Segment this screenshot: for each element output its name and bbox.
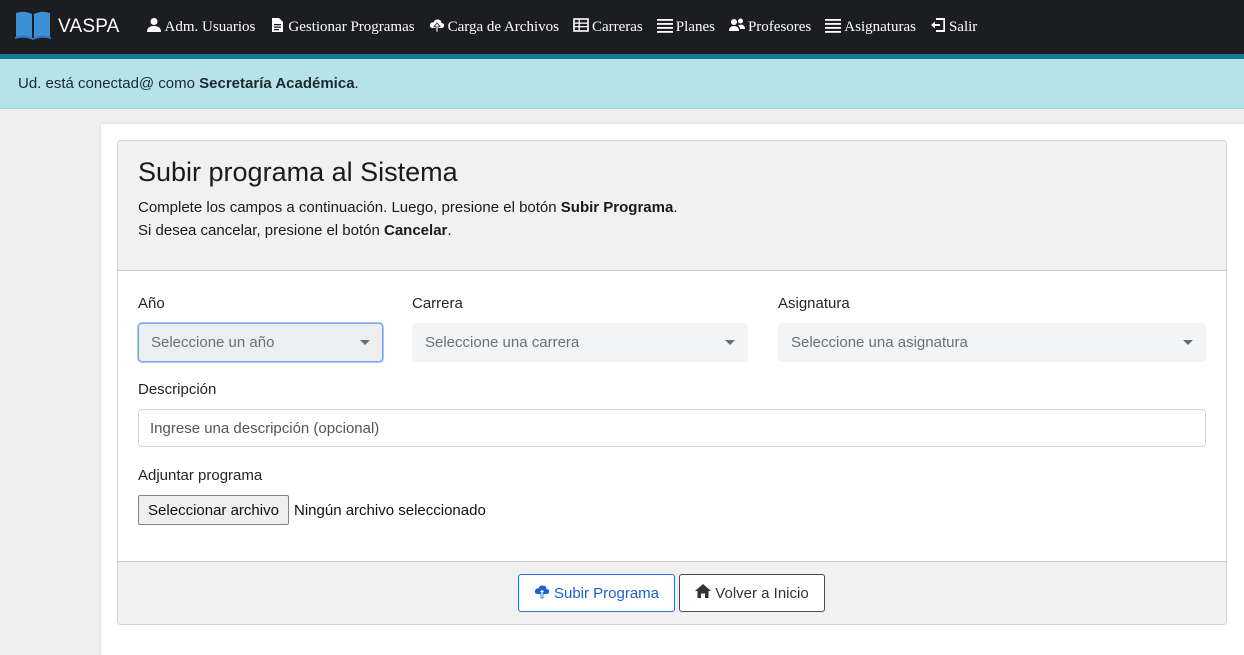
choose-file-button[interactable]: Seleccionar archivo (138, 495, 289, 525)
alert-prefix: Ud. está conectad@ como (18, 75, 200, 92)
instructions-line-2: Si desea cancelar, presione el botón Can… (138, 222, 452, 239)
upload-program-label: Subir Programa (553, 584, 660, 602)
year-select[interactable]: Seleccione un año (138, 323, 383, 362)
instructions-text: . (447, 222, 452, 239)
nav-adm-usuarios[interactable]: Adm. Usuarios (146, 17, 256, 38)
instructions-text: . (673, 199, 678, 216)
nav-carga-archivos[interactable]: Carga de Archivos (429, 17, 559, 38)
list-icon (825, 17, 844, 38)
subject-select[interactable]: Seleccione una asignatura (778, 323, 1206, 362)
upload-card: Subir programa al Sistema Complete los c… (117, 140, 1227, 625)
subject-select-value: Seleccione una asignatura (791, 334, 968, 351)
cloud-upload-icon (429, 17, 448, 38)
main-container: Subir programa al Sistema Complete los c… (101, 124, 1244, 655)
year-label: Año (138, 295, 165, 312)
subject-label: Asignatura (778, 295, 850, 312)
session-alert: Ud. está conectad@ como Secretaría Acadé… (0, 59, 1244, 109)
nav-label: Planes (675, 18, 715, 35)
year-select-value: Seleccione un año (151, 334, 275, 351)
attachment-label: Adjuntar programa (138, 467, 263, 484)
user-icon (146, 17, 165, 38)
nav-label: Gestionar Programas (288, 18, 415, 35)
description-label: Descripción (138, 381, 217, 398)
alert-suffix: . (354, 75, 359, 92)
home-icon (695, 583, 715, 603)
nav-salir[interactable]: Salir (930, 17, 977, 38)
career-label: Carrera (412, 295, 463, 312)
description-input[interactable]: Ingrese una descripción (opcional) (138, 409, 1206, 447)
nav-label: Carga de Archivos (447, 18, 559, 35)
file-status: Ningún archivo seleccionado (294, 502, 486, 519)
instructions-bold: Cancelar (384, 222, 448, 239)
cloud-upload-icon (534, 583, 554, 603)
description-placeholder: Ingrese una descripción (opcional) (150, 419, 380, 437)
caret-down-icon (725, 340, 735, 345)
career-select-value: Seleccione una carrera (425, 334, 580, 351)
caret-down-icon (1183, 340, 1193, 345)
caret-down-icon (360, 340, 370, 345)
card-header: Subir programa al Sistema Complete los c… (118, 141, 1226, 271)
top-navbar: VASPA Adm. Usuarios Gestionar Programas … (0, 0, 1244, 54)
page-title: Subir programa al Sistema (138, 157, 458, 187)
nav-label: Salir (948, 18, 978, 35)
file-icon (269, 17, 288, 38)
brand-link[interactable]: VASPA (14, 10, 120, 45)
nav-label: Adm. Usuarios (164, 18, 256, 35)
brand-name: VASPA (58, 16, 120, 37)
instructions-text: Si desea cancelar, presione el botón (138, 222, 384, 239)
table-icon (573, 17, 592, 38)
nav-profesores[interactable]: Profesores (728, 17, 812, 38)
career-select[interactable]: Seleccione una carrera (412, 323, 748, 362)
nav-gestionar-programas[interactable]: Gestionar Programas (269, 17, 415, 38)
instructions-bold: Subir Programa (560, 199, 674, 216)
nav-planes[interactable]: Planes (656, 17, 715, 38)
logout-icon (930, 17, 949, 38)
back-home-label: Volver a Inicio (715, 584, 809, 602)
card-footer: Subir Programa Volver a Inicio (118, 561, 1226, 624)
instructions-line-1: Complete los campos a continuación. Lueg… (138, 199, 677, 216)
nav-label: Carreras (591, 18, 643, 35)
nav-asignaturas[interactable]: Asignaturas (825, 17, 916, 38)
book-icon (14, 10, 52, 45)
nav-carreras[interactable]: Carreras (573, 17, 643, 38)
instructions-text: Complete los campos a continuación. Lueg… (138, 199, 561, 216)
list-icon (656, 17, 676, 38)
alert-role: Secretaría Académica (199, 75, 355, 92)
back-home-button[interactable]: Volver a Inicio (679, 574, 825, 612)
nav-label: Profesores (747, 18, 812, 35)
users-icon (728, 17, 748, 38)
upload-program-button[interactable]: Subir Programa (518, 574, 675, 612)
nav-label: Asignaturas (844, 18, 916, 35)
